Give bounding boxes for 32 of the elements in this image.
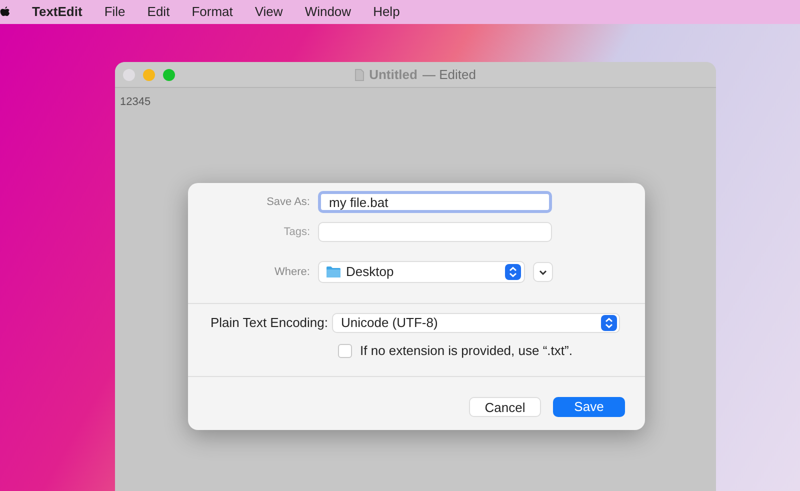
menu-item[interactable]: Edit [147,2,170,22]
window-title: Untitled [369,66,418,84]
window-status: — Edited [422,66,476,84]
menu-item[interactable]: File [104,2,126,22]
field-label: Save As: [266,194,311,210]
close-button[interactable] [123,68,135,80]
location-popup[interactable]: Desktop [318,261,525,283]
stepper-icon [505,264,521,280]
chevron-down-icon [539,270,547,274]
zoom-button[interactable] [163,68,175,80]
document-text: 12345 [120,96,151,108]
field-label: Plain Text Encoding: [209,314,329,332]
checkbox[interactable] [338,344,352,358]
menu-item[interactable]: Format [192,2,233,22]
apple-logo-icon[interactable] [0,6,10,18]
folder-icon [326,266,341,278]
app-menu[interactable]: TextEdit [32,2,82,22]
field-label: Where: [274,264,311,280]
menu-item[interactable]: View [254,2,283,22]
save-as-field[interactable]: my file.bat [318,191,552,213]
menu-item[interactable]: Help [373,2,400,22]
cancel-button[interactable]: Cancel [469,396,541,416]
field-label: Tags: [282,224,311,240]
menu-item[interactable]: Window [304,2,352,22]
stepper-icon [601,315,617,331]
document-icon [355,68,364,80]
minimize-button[interactable] [143,68,155,80]
encoding-popup[interactable]: Unicode (UTF-8) [332,313,620,333]
checkbox-label: If no extension is provided, use “.txt”. [360,342,572,360]
save-button[interactable]: Save [553,396,625,416]
expand-button[interactable] [533,262,553,282]
tags-field[interactable] [318,222,552,242]
